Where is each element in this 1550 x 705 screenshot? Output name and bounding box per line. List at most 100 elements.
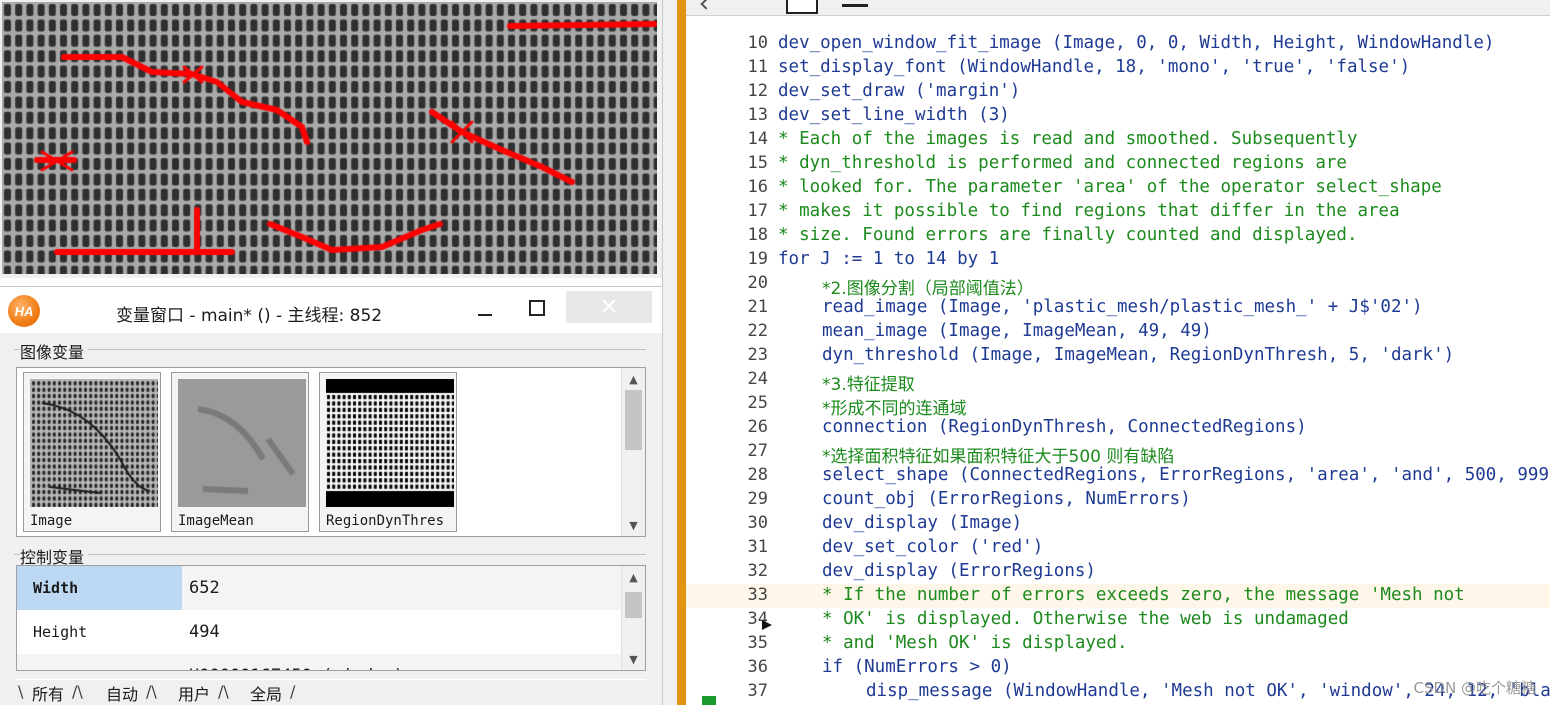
code-statement[interactable]: dev_display (ErrorRegions) — [822, 561, 1096, 581]
scroll-up-icon[interactable]: ▲ — [622, 566, 645, 588]
code-statement[interactable]: select_shape (ConnectedRegions, ErrorReg… — [822, 465, 1550, 485]
code-line[interactable]: 29 count_obj (ErrorRegions, NumErrors) — [686, 488, 1550, 512]
code-line[interactable]: 34 * OK' is displayed. Otherwise the web … — [686, 608, 1550, 632]
scroll-down-icon[interactable]: ▼ — [622, 514, 645, 536]
code-line[interactable]: 22 mean_image (Image, ImageMean, 49, 49) — [686, 320, 1550, 344]
program-editor[interactable]: 10 dev_open_window_fit_image (Image, 0, 0… — [686, 0, 1550, 705]
code-statement[interactable]: for J := 1 to 14 by 1 — [778, 249, 999, 269]
code-line[interactable]: 33 * If the number of errors exceeds zero… — [686, 584, 1550, 608]
line-number[interactable]: 13 — [726, 105, 768, 125]
line-number[interactable]: 35 — [726, 633, 768, 653]
scroll-up-icon[interactable]: ▲ — [622, 368, 645, 390]
line-number[interactable]: 28 — [726, 465, 768, 485]
code-statement[interactable]: connection (RegionDynThresh, ConnectedRe… — [822, 417, 1307, 437]
line-number[interactable]: 24 — [726, 369, 768, 389]
code-comment[interactable]: * looked for. The parameter 'area' of th… — [778, 177, 1442, 197]
code-line[interactable]: 18 * size. Found errors are finally count… — [686, 224, 1550, 248]
line-number[interactable]: 23 — [726, 345, 768, 365]
code-statement[interactable]: mean_image (Image, ImageMean, 49, 49) — [822, 321, 1212, 341]
code-comment[interactable]: * If the number of errors exceeds zero, … — [822, 585, 1465, 605]
code-line[interactable]: 16 * looked for. The parameter 'area' of … — [686, 176, 1550, 200]
panel-splitter[interactable] — [662, 0, 677, 705]
code-statement[interactable]: set_display_font (WindowHandle, 18, 'mon… — [778, 57, 1410, 77]
code-comment[interactable]: * dyn_threshold is performed and connect… — [778, 153, 1347, 173]
control-var-row[interactable]: Width 652 — [17, 566, 622, 610]
maximize-button[interactable] — [516, 293, 558, 323]
code-statement[interactable]: count_obj (ErrorRegions, NumErrors) — [822, 489, 1191, 509]
code-statement[interactable]: dev_set_draw ('margin') — [778, 81, 1020, 101]
line-number[interactable]: 26 — [726, 417, 768, 437]
code-comment[interactable]: * makes it possible to find regions that… — [778, 201, 1400, 221]
graphics-window[interactable] — [0, 0, 662, 278]
code-comment[interactable]: * OK' is displayed. Otherwise the web is… — [822, 609, 1349, 629]
image-vars-scrollbar[interactable]: ▲ ▼ — [621, 368, 645, 536]
code-line[interactable]: 24 *3.特征提取 — [686, 368, 1550, 395]
code-statement[interactable]: read_image (Image, 'plastic_mesh/plastic… — [822, 297, 1423, 317]
code-statement[interactable]: dyn_threshold (Image, ImageMean, RegionD… — [822, 345, 1454, 365]
code-line[interactable]: 13 dev_set_line_width (3) — [686, 104, 1550, 128]
line-number[interactable]: 17 — [726, 201, 768, 221]
code-statement[interactable]: dev_display (Image) — [822, 513, 1022, 533]
code-line[interactable]: 30 dev_display (Image) — [686, 512, 1550, 536]
code-line[interactable]: 32 dev_display (ErrorRegions) — [686, 560, 1550, 584]
tab-global[interactable]: 全局 — [250, 682, 282, 704]
line-number[interactable]: 16 — [726, 177, 768, 197]
image-var-thumb[interactable]: RegionDynThres — [319, 372, 457, 532]
code-line[interactable]: 11 set_display_font (WindowHandle, 18, 'm… — [686, 56, 1550, 80]
control-variables-panel[interactable]: Width 652 Height 494 H00000167450 (windo… — [16, 565, 646, 671]
code-line[interactable]: 15 * dyn_threshold is performed and conne… — [686, 152, 1550, 176]
code-line[interactable]: 23 dyn_threshold (Image, ImageMean, Regio… — [686, 344, 1550, 368]
scroll-down-icon[interactable]: ▼ — [622, 648, 645, 670]
code-line[interactable]: 17 * makes it possible to find regions th… — [686, 200, 1550, 224]
code-comment[interactable]: * Each of the images is read and smoothe… — [778, 129, 1357, 149]
code-line[interactable]: 31 dev_set_color ('red') — [686, 536, 1550, 560]
editor-view-icon[interactable] — [786, 0, 818, 14]
line-number[interactable]: 14 — [726, 129, 768, 149]
scrollbar-thumb[interactable] — [625, 592, 642, 618]
line-number[interactable]: 22 — [726, 321, 768, 341]
image-var-thumb[interactable]: ImageMean — [171, 372, 309, 532]
line-number[interactable]: 31 — [726, 537, 768, 557]
code-line[interactable]: 35 * and 'Mesh OK' is displayed. — [686, 632, 1550, 656]
code-line[interactable]: 28 select_shape (ConnectedRegions, ErrorR… — [686, 464, 1550, 488]
scrollbar-thumb[interactable] — [625, 390, 642, 450]
line-number[interactable]: 33 — [726, 585, 768, 605]
line-number[interactable]: 12 — [726, 81, 768, 101]
code-line[interactable]: 20 *2.图像分割（局部阈值法） — [686, 272, 1550, 299]
mesh-image-with-error-regions[interactable] — [2, 2, 657, 274]
code-comment[interactable]: * size. Found errors are finally counted… — [778, 225, 1357, 245]
line-number[interactable]: 11 — [726, 57, 768, 77]
line-number[interactable]: 36 — [726, 657, 768, 677]
chevron-left-icon[interactable] — [700, 0, 712, 10]
image-variables-panel[interactable]: Image ImageMean RegionDynThres ▲ ▼ — [16, 367, 646, 537]
code-line[interactable]: 19 for J := 1 to 14 by 1 — [686, 248, 1550, 272]
code-line[interactable]: 25 *形成不同的连通域 — [686, 392, 1550, 419]
line-number[interactable]: 27 — [726, 441, 768, 461]
close-button[interactable]: ✕ — [566, 291, 652, 323]
control-var-row[interactable]: H00000167450 (window) — [17, 654, 622, 670]
code-line[interactable]: 21 read_image (Image, 'plastic_mesh/plast… — [686, 296, 1550, 320]
line-number[interactable]: 37 — [726, 681, 768, 701]
line-number[interactable]: 21 — [726, 297, 768, 317]
line-number[interactable]: 18 — [726, 225, 768, 245]
code-comment[interactable]: * and 'Mesh OK' is displayed. — [822, 633, 1128, 653]
tab-user[interactable]: 用户 — [178, 682, 210, 704]
code-statement[interactable]: dev_set_line_width (3) — [778, 105, 1010, 125]
line-number[interactable]: 15 — [726, 153, 768, 173]
code-statement[interactable]: dev_set_color ('red') — [822, 537, 1043, 557]
code-line[interactable]: 10 dev_open_window_fit_image (Image, 0, 0… — [686, 32, 1550, 56]
control-var-row[interactable]: Height 494 — [17, 610, 622, 654]
code-line[interactable]: 26 connection (RegionDynThresh, Connected… — [686, 416, 1550, 440]
tab-all[interactable]: 所有 — [32, 682, 64, 704]
code-line[interactable]: 12 dev_set_draw ('margin') — [686, 80, 1550, 104]
line-number[interactable]: 32 — [726, 561, 768, 581]
code-line[interactable]: 27 *选择面积特征如果面积特征大于500 则有缺陷 — [686, 440, 1550, 467]
minimize-button[interactable] — [464, 293, 506, 323]
code-statement[interactable]: if (NumErrors > 0) — [822, 657, 1012, 677]
control-vars-scrollbar[interactable]: ▲ ▼ — [621, 566, 645, 670]
line-number[interactable]: 19 — [726, 249, 768, 269]
code-line[interactable]: 14 * Each of the images is read and smoot… — [686, 128, 1550, 152]
image-var-thumb[interactable]: Image — [23, 372, 161, 532]
code-statement[interactable]: dev_open_window_fit_image (Image, 0, 0, … — [778, 33, 1494, 53]
line-number[interactable]: 25 — [726, 393, 768, 413]
